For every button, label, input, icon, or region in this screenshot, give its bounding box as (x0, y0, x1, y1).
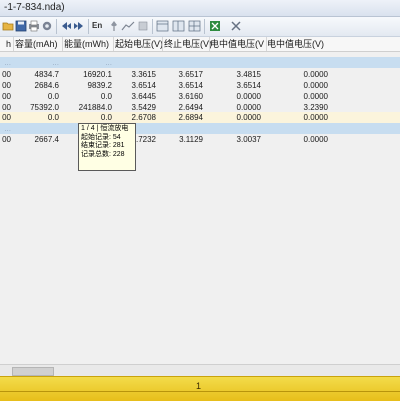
status-divider (0, 391, 400, 392)
table-row-group[interactable]: ... ... ... (0, 57, 400, 68)
scrollbar-thumb[interactable] (12, 367, 54, 376)
tooltip-total-records: 记录总数: 228 (81, 150, 125, 158)
status-bar: 1 (0, 376, 400, 401)
column-divider (13, 37, 14, 51)
table-view-icon[interactable] (156, 20, 169, 32)
column-header-start-voltage[interactable]: 起始电压(V) (115, 37, 165, 51)
column-divider (162, 37, 163, 51)
save-icon[interactable] (15, 20, 27, 32)
print-icon[interactable] (28, 20, 40, 32)
page-number: 1 (196, 381, 202, 391)
column-header-energy[interactable]: 能量(mWh) (64, 37, 114, 51)
toolbar-separator (88, 19, 89, 34)
tooltip-end-record: 结束记录: 281 (81, 142, 125, 150)
column-view-icon[interactable] (172, 20, 185, 32)
excel-icon[interactable] (209, 20, 221, 32)
table-row[interactable]: 00 4834.7 16920.1 3.3615 3.6517 3.4815 0… (0, 69, 400, 80)
step-info-tooltip: 1 / 4 | 恒流放电 起始记录: 54 结束记录: 281 记录总数: 22… (78, 123, 136, 171)
window-title: -1-7-834.nda) (4, 2, 65, 13)
column-header[interactable]: h (1, 37, 11, 51)
column-header-end-voltage[interactable]: 终止电压(V) (164, 37, 214, 51)
toolbar: En (0, 17, 400, 37)
toolbar-separator (204, 19, 205, 34)
horizontal-scrollbar[interactable] (0, 364, 400, 376)
grid-view-icon[interactable] (188, 20, 201, 32)
column-header-median-voltage-2[interactable]: 电中值电压(V) (267, 37, 333, 51)
column-divider (62, 37, 63, 51)
next-icon[interactable] (73, 20, 85, 32)
tooltip-start-record: 起始记录: 54 (81, 133, 121, 141)
previous-icon[interactable] (60, 20, 72, 32)
chart-icon[interactable] (121, 20, 135, 32)
table-row-group[interactable]: ... (0, 123, 400, 134)
open-folder-icon[interactable] (2, 20, 14, 32)
table-row[interactable]: 00 2684.6 9839.2 3.6514 3.6514 3.6514 0.… (0, 80, 400, 91)
toolbar-separator (56, 19, 57, 34)
column-divider (113, 37, 114, 51)
table-header: h 容量(mAh) 能量(mWh) 起始电压(V) 终止电压(V) 电中值电压(… (0, 37, 400, 52)
window-titlebar: -1-7-834.nda) (0, 0, 400, 17)
pin-icon[interactable] (108, 20, 120, 32)
tooltip-title: 1 / 4 | 恒流放电 (81, 125, 129, 132)
export-icon[interactable] (137, 20, 149, 32)
table-row-selected[interactable]: 00 0.0 0.0 2.6708 2.6894 0.0000 0.0000 (0, 112, 400, 123)
table-row[interactable]: 00 2667.4 2.7232 3.1129 3.0037 0.0000 (0, 134, 400, 145)
column-header-capacity[interactable]: 容量(mAh) (15, 37, 60, 51)
toolbar-separator (152, 19, 153, 34)
table-row[interactable]: 00 0.0 0.0 3.6445 3.6160 0.0000 0.0000 (0, 91, 400, 102)
settings-icon[interactable] (41, 20, 53, 32)
tools-icon[interactable] (230, 20, 242, 32)
column-header-median-voltage[interactable]: 电中值电压(V (210, 37, 266, 51)
language-button[interactable]: En (92, 20, 102, 32)
